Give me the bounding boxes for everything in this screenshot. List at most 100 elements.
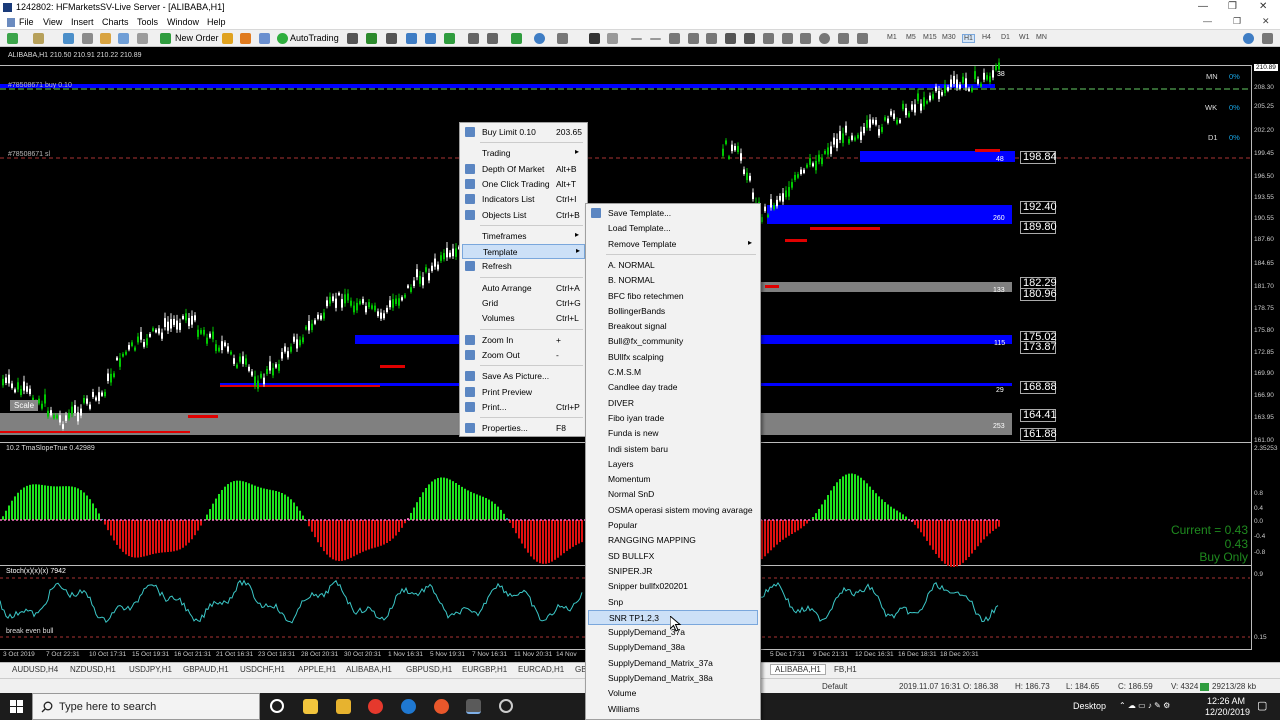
template-menu-item-bfc-fibo-retechmen[interactable]: BFC fibo retechmen [588,289,758,304]
signals-icon[interactable] [240,33,251,44]
template-menu-item-supplydemand-38a[interactable]: SupplyDemand_38a [588,640,758,655]
channel-icon[interactable] [688,33,699,44]
template-menu-item-indi-sistem-baru[interactable]: Indi sistem baru [588,442,758,457]
symbol-tab[interactable]: AUDUSD,H4 [12,665,58,674]
chart-shift-icon[interactable] [468,33,479,44]
template-menu-item-b-normal[interactable]: B. NORMAL [588,273,758,288]
autoscroll-icon[interactable] [487,33,498,44]
symbol-tab[interactable]: NZDUSD,H1 [70,665,116,674]
context-menu-item-print-preview[interactable]: Print Preview [462,385,585,400]
autotrading-icon[interactable] [277,33,288,44]
fibo-icon[interactable] [706,33,717,44]
market-watch-icon[interactable] [63,33,74,44]
zoom-in-toolbar-icon[interactable] [406,33,417,44]
context-menu-item-zoom-in[interactable]: Zoom In + [462,333,585,348]
context-menu-item-volumes[interactable]: Volumes Ctrl+L [462,311,585,326]
context-menu-item-one-click-trading[interactable]: One Click Trading Alt+T [462,177,585,192]
template-menu-item-bollingerbands[interactable]: BollingerBands [588,304,758,319]
template-menu-item-popular[interactable]: Popular [588,518,758,533]
tile-windows-icon[interactable] [444,33,455,44]
context-menu-item-refresh[interactable]: Refresh [462,259,585,274]
data-window-icon[interactable] [82,33,93,44]
taskbar-time[interactable]: 12:26 AM [1207,696,1245,706]
label-icon[interactable] [744,33,755,44]
symbol-tab[interactable]: EURCAD,H1 [518,665,564,674]
gann-icon[interactable] [763,33,774,44]
menu-help[interactable]: Help [207,17,226,27]
tf-h1[interactable]: H1 [962,34,975,43]
context-menu-item-template[interactable]: Template ▸ [462,244,585,260]
context-menu-item-save-as-picture[interactable]: Save As Picture... [462,369,585,384]
chat-icon[interactable] [1262,33,1273,44]
pencil-icon[interactable] [800,33,811,44]
chrome-icon[interactable] [368,699,383,714]
terminal-icon[interactable] [118,33,129,44]
taskbar-search-box[interactable]: Type here to search [32,693,260,720]
notification-icon[interactable]: ▢ [1257,699,1267,712]
new-order-icon[interactable] [160,33,171,44]
cortana-icon[interactable] [270,699,284,713]
template-menu-item-breakout-signal[interactable]: Breakout signal [588,319,758,334]
template-menu-item-candlee-day-trade[interactable]: Candlee day trade [588,380,758,395]
search-icon[interactable] [1243,33,1254,44]
arrow-icon[interactable] [857,33,868,44]
tf-d1[interactable]: D1 [1001,34,1010,41]
template-menu-item-williams[interactable]: Williams [588,702,758,717]
tf-m15[interactable]: M15 [923,34,937,41]
symbol-tab[interactable]: FB,H1 [834,665,857,674]
template-menu-item-normal-snd[interactable]: Normal SnD [588,487,758,502]
template-menu-item-volume[interactable]: Volume [588,686,758,701]
template-menu-item-load-template[interactable]: Load Template... [588,221,758,236]
symbol-tab[interactable]: GBPUSD,H1 [406,665,452,674]
metaeditor-icon[interactable] [222,33,233,44]
profiles-icon[interactable] [33,33,44,44]
template-menu-item-osma-operasi-sistem-moving-avarage[interactable]: OSMA operasi sistem moving avarage [588,503,758,518]
template-menu-item-diver[interactable]: DIVER [588,396,758,411]
context-menu-item-print[interactable]: Print... Ctrl+P [462,400,585,415]
menu-insert[interactable]: Insert [71,17,94,27]
bar-chart-icon[interactable] [347,33,358,44]
symbol-tab[interactable]: ALIBABA,H1 [346,665,392,674]
template-menu-item-save-template[interactable]: Save Template... [588,206,758,221]
tf-mn[interactable]: MN [1036,34,1047,41]
metatrader-taskbar-icon[interactable] [466,699,481,714]
tf-m1[interactable]: M1 [887,34,897,41]
zoom-out-toolbar-icon[interactable] [425,33,436,44]
mdi-close-button[interactable]: ✕ [1262,16,1270,27]
navigator-icon[interactable] [100,33,111,44]
close-button[interactable]: ✕ [1259,1,1267,12]
indicators-icon[interactable] [511,33,522,44]
cursor-icon[interactable] [589,33,600,44]
new-chart-icon[interactable] [7,33,18,44]
tf-h4[interactable]: H4 [982,34,991,41]
crosshair-icon[interactable] [607,33,618,44]
template-menu-item-bull-fx-community[interactable]: Bull@fx_community [588,334,758,349]
line-tool-icon[interactable] [782,33,793,44]
menu-charts[interactable]: Charts [102,17,129,27]
template-menu-item-supplydemand-matrix-37a[interactable]: SupplyDemand_Matrix_37a [588,656,758,671]
tester-icon[interactable] [137,33,148,44]
template-menu-item-funda-is-new[interactable]: Funda is new [588,426,758,441]
text-icon[interactable] [725,33,736,44]
templates-icon[interactable] [557,33,568,44]
template-menu-item-layers[interactable]: Layers [588,457,758,472]
template-menu-item-rangging-mapping[interactable]: RANGGING MAPPING [588,533,758,548]
market-icon[interactable] [259,33,270,44]
menu-view[interactable]: View [43,17,62,27]
template-menu-item-supplydemand-matrix-38a[interactable]: SupplyDemand_Matrix_38a [588,671,758,686]
menu-file[interactable]: File [19,17,34,27]
context-menu-item-objects-list[interactable]: Objects List Ctrl+B [462,208,585,223]
edge-icon[interactable] [401,699,416,714]
template-menu-item-c-m-s-m[interactable]: C.M.S.M [588,365,758,380]
context-menu-item-timeframes[interactable]: Timeframes ▸ [462,229,585,244]
tf-w1[interactable]: W1 [1019,34,1030,41]
template-menu-item-momentum[interactable]: Momentum [588,472,758,487]
tray-icons[interactable]: ⌃ ☁ ▭ ♪ ✎ ⚙ [1119,701,1170,710]
menu-tools[interactable]: Tools [137,17,158,27]
scale-label[interactable]: Scale [10,400,39,411]
store-icon[interactable] [336,699,351,714]
template-menu-item-snipper-bullfx020201[interactable]: Snipper bullfx020201 [588,579,758,594]
context-menu-item-indicators-list[interactable]: Indicators List Ctrl+I [462,192,585,207]
desktop-label[interactable]: Desktop [1073,701,1106,711]
ellipse-icon[interactable] [819,33,830,44]
